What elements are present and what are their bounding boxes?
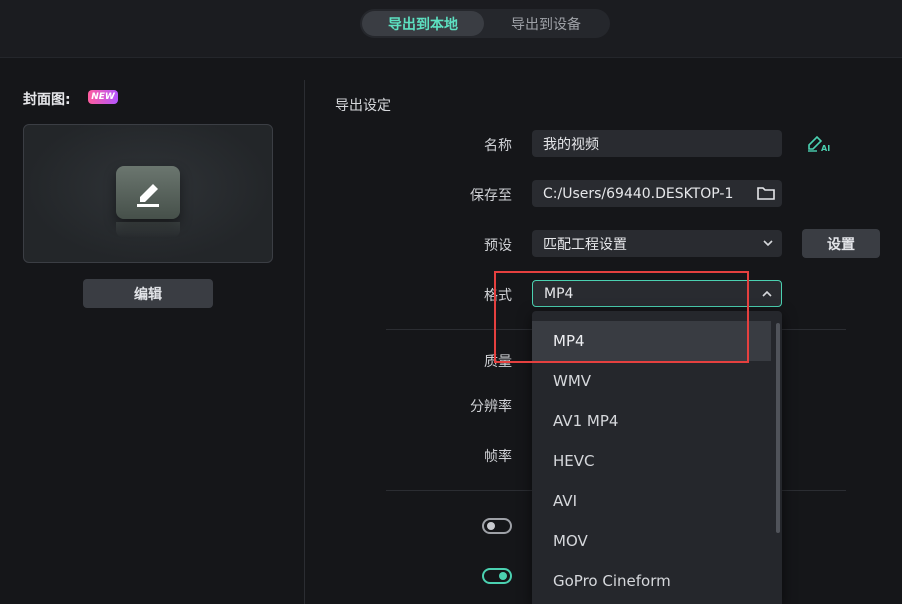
toggle-switch-off[interactable] xyxy=(482,518,512,534)
toggle-switch-on[interactable] xyxy=(482,568,512,584)
framerate-label: 帧率 xyxy=(484,449,512,465)
format-option-avi[interactable]: AVI xyxy=(532,481,771,521)
folder-icon[interactable] xyxy=(756,185,776,205)
format-option-hevc[interactable]: HEVC xyxy=(532,441,771,481)
format-label: 格式 xyxy=(484,288,512,304)
format-option-mp4[interactable]: MP4 xyxy=(532,321,771,361)
preset-label: 预设 xyxy=(484,238,512,254)
export-tabs: 导出到本地 导出到设备 xyxy=(360,9,610,38)
cover-icon-reflection xyxy=(116,222,180,238)
chevron-up-icon xyxy=(761,288,773,304)
save-path-input[interactable]: C:/Users/69440.DESKTOP-1 xyxy=(532,180,782,207)
preset-select[interactable]: 匹配工程设置 xyxy=(532,230,782,257)
export-settings-title: 导出设定 xyxy=(335,98,391,114)
edit-cover-button[interactable]: 编辑 xyxy=(83,279,213,308)
format-value: MP4 xyxy=(544,285,574,302)
save-path-value: C:/Users/69440.DESKTOP-1 xyxy=(543,185,734,202)
tab-export-device[interactable]: 导出到设备 xyxy=(484,11,608,36)
new-badge: NEW xyxy=(88,90,118,104)
name-label: 名称 xyxy=(484,138,512,154)
edit-pencil-icon xyxy=(116,166,180,219)
format-option-av1-mp4[interactable]: AV1 MP4 xyxy=(532,401,771,441)
dropdown-scrollbar[interactable] xyxy=(776,323,780,533)
quality-label: 质量 xyxy=(484,354,512,370)
format-select[interactable]: MP4 xyxy=(532,280,782,307)
format-option-wmv[interactable]: WMV xyxy=(532,361,771,401)
cover-label: 封面图: xyxy=(23,92,71,108)
top-bar: 导出到本地 导出到设备 xyxy=(0,0,902,58)
preset-value: 匹配工程设置 xyxy=(543,236,627,253)
format-option-mov[interactable]: MOV xyxy=(532,521,771,561)
svg-text:AI: AI xyxy=(821,144,830,153)
format-option-gopro-cineform[interactable]: GoPro Cineform xyxy=(532,561,771,601)
save-to-label: 保存至 xyxy=(470,188,512,204)
format-dropdown-menu: MP4 WMV AV1 MP4 HEVC AVI MOV GoPro Cinef… xyxy=(532,311,782,604)
ai-rename-icon[interactable]: AI xyxy=(806,134,830,158)
vertical-divider xyxy=(304,80,305,604)
chevron-down-icon xyxy=(762,237,774,253)
name-input[interactable]: 我的视频 xyxy=(532,130,782,157)
tab-export-local[interactable]: 导出到本地 xyxy=(362,11,484,36)
resolution-label: 分辨率 xyxy=(470,399,512,415)
preset-settings-button[interactable]: 设置 xyxy=(802,229,880,258)
